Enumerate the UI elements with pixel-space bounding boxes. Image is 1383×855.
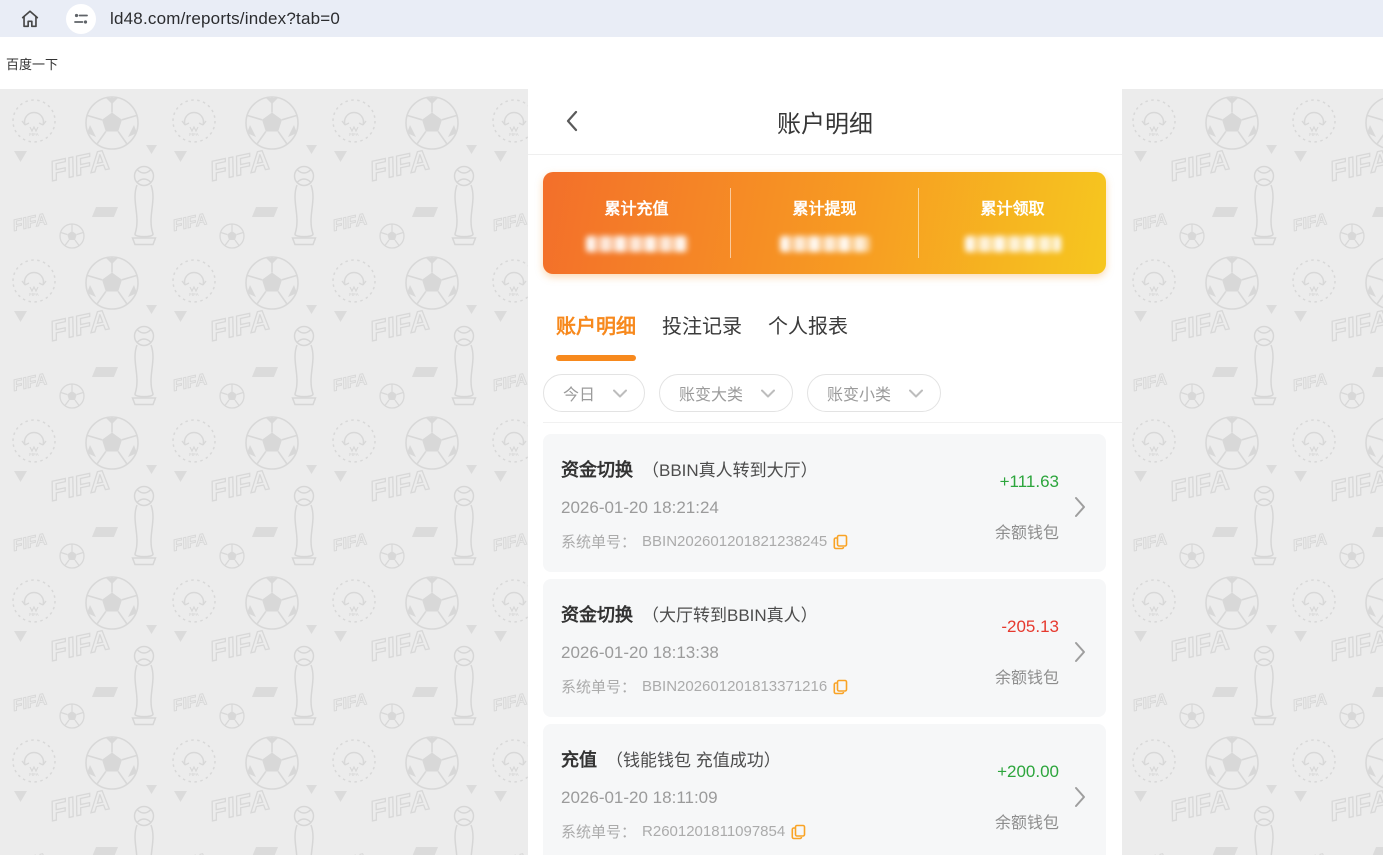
transaction-type: 资金切换: [561, 605, 633, 625]
transaction-datetime: 2026-01-20 18:21:24: [561, 498, 719, 517]
back-button[interactable]: [554, 103, 590, 139]
transaction-summary: -205.13 余额钱包: [995, 601, 1086, 717]
transaction-datetime: 2026-01-20 18:13:38: [561, 643, 719, 662]
transaction-description: （钱能钱包 充值成功）: [606, 751, 781, 770]
filter-minor-category-dropdown[interactable]: 账变小类: [807, 374, 942, 412]
transaction-card[interactable]: 资金切换 （大厅转到BBIN真人） 2026-01-20 18:13:38 系统…: [543, 579, 1106, 717]
order-number-value: BBIN202601201821238245: [642, 533, 828, 550]
tab-label: 个人报表: [768, 316, 848, 338]
tab-label: 账户明细: [556, 316, 636, 338]
filter-label: 今日: [563, 387, 596, 404]
summary-total-deposit: 累计充值: [543, 172, 730, 274]
summary-label: 累计提现: [792, 200, 857, 218]
filter-major-category-dropdown[interactable]: 账变大类: [659, 374, 794, 412]
transaction-summary: +200.00 余额钱包: [995, 746, 1086, 855]
amount: -205.13: [1001, 616, 1059, 636]
transaction-info: 资金切换 （BBIN真人转到大厅） 2026-01-20 18:21:24 系统…: [561, 456, 995, 572]
chevron-right-icon: [1074, 496, 1086, 518]
active-tab-underline: [556, 355, 636, 361]
copy-icon[interactable]: [833, 679, 848, 695]
account-detail-panel: 账户明细 累计充值 累计提现 累计领取 账户明细 投注记录 个人报表 今日 账变…: [528, 89, 1122, 855]
chevron-right-icon: [1074, 786, 1086, 808]
filter-date-dropdown[interactable]: 今日: [543, 374, 646, 412]
page-title: 账户明细: [777, 111, 873, 138]
url-bar[interactable]: ld48.com/reports/index?tab=0: [110, 9, 340, 29]
panel-header: 账户明细: [528, 89, 1122, 155]
order-number-label: 系统单号：: [561, 679, 637, 696]
summary-value-redacted: [779, 235, 870, 252]
transaction-description: （BBIN真人转到大厅）: [642, 461, 818, 480]
copy-icon[interactable]: [833, 534, 848, 550]
site-info-button[interactable]: [66, 3, 96, 34]
browser-toolbar: ld48.com/reports/index?tab=0: [0, 0, 1383, 37]
transaction-type: 充值: [561, 750, 597, 770]
home-button[interactable]: [12, 4, 48, 34]
filter-label: 账变小类: [827, 387, 892, 404]
tab-label: 投注记录: [662, 316, 742, 338]
transaction-info: 充值 （钱能钱包 充值成功） 2026-01-20 18:11:09 系统单号：…: [561, 746, 995, 855]
wallet-name: 余额钱包: [994, 814, 1059, 832]
transaction-card[interactable]: 充值 （钱能钱包 充值成功） 2026-01-20 18:11:09 系统单号：…: [543, 724, 1106, 855]
filters: 今日 账变大类 账变小类: [543, 374, 1122, 423]
transaction-summary: +111.63 余额钱包: [995, 456, 1086, 572]
transaction-datetime: 2026-01-20 18:11:09: [561, 788, 718, 807]
transaction-info: 资金切换 （大厅转到BBIN真人） 2026-01-20 18:13:38 系统…: [561, 601, 995, 717]
order-number-label: 系统单号：: [561, 534, 637, 551]
transaction-card[interactable]: 资金切换 （BBIN真人转到大厅） 2026-01-20 18:21:24 系统…: [543, 434, 1106, 572]
amount: +111.63: [999, 471, 1059, 491]
order-number-value: R2601201811097854: [642, 823, 786, 840]
chevron-down-icon: [613, 389, 628, 397]
transaction-type: 资金切换: [561, 460, 633, 480]
summary-label: 累计领取: [980, 200, 1045, 218]
tab-account-detail[interactable]: 账户明细: [556, 310, 636, 361]
bookmarks-bar: 百度一下: [0, 37, 1383, 89]
order-number-label: 系统单号：: [561, 824, 637, 841]
chevron-down-icon: [909, 389, 924, 397]
summary-value-redacted: [585, 235, 688, 252]
home-icon: [21, 9, 39, 27]
summary-label: 累计充值: [604, 200, 669, 218]
transaction-description: （大厅转到BBIN真人）: [642, 606, 818, 625]
transaction-list: 资金切换 （BBIN真人转到大厅） 2026-01-20 18:21:24 系统…: [528, 423, 1122, 855]
summary-total-withdraw: 累计提现: [731, 172, 918, 274]
wallet-name: 余额钱包: [994, 669, 1059, 687]
page-background: FIFA FIFA: [0, 89, 1383, 855]
summary-value-redacted: [964, 235, 1061, 252]
summary-card: 累计充值 累计提现 累计领取: [543, 172, 1106, 274]
chevron-left-icon: [566, 110, 578, 132]
tab-personal-report[interactable]: 个人报表: [768, 310, 848, 361]
tune-icon: [74, 13, 88, 24]
wallet-name: 余额钱包: [994, 524, 1059, 542]
filter-label: 账变大类: [679, 387, 744, 404]
bookmark-baidu[interactable]: 百度一下: [4, 50, 60, 77]
tab-bet-records[interactable]: 投注记录: [662, 310, 742, 361]
tabs: 账户明细 投注记录 个人报表: [556, 310, 1122, 361]
summary-total-claimed: 累计领取: [919, 172, 1106, 274]
order-number-value: BBIN202601201813371216: [642, 678, 828, 695]
chevron-right-icon: [1074, 641, 1086, 663]
amount: +200.00: [997, 761, 1059, 781]
chevron-down-icon: [761, 389, 776, 397]
copy-icon[interactable]: [791, 824, 806, 840]
